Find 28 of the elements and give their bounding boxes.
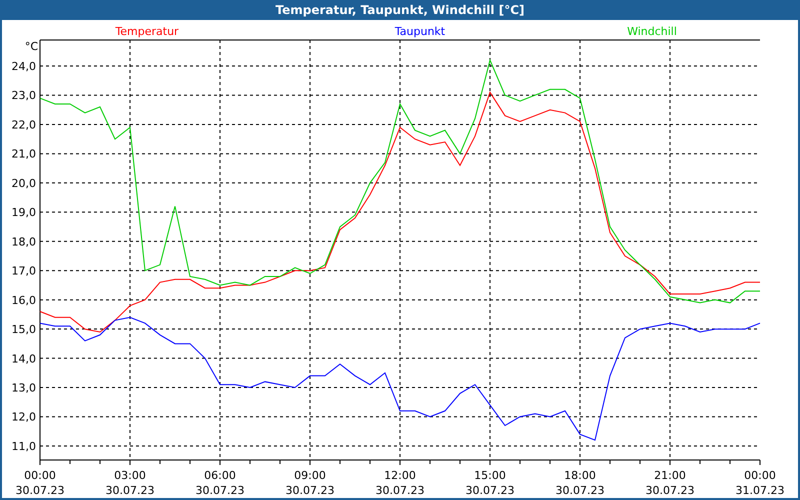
y-axis-unit: °C (24, 40, 38, 53)
y-tick-label: 12,0 (12, 410, 36, 424)
y-tick-label: 17,0 (12, 264, 36, 278)
y-tick-label: 24,0 (12, 60, 36, 74)
x-tick-label: 21:00 30.07.23 (646, 469, 694, 497)
y-tick-label: 14,0 (12, 352, 36, 366)
y-tick-label: 22,0 (12, 118, 36, 132)
x-tick-label: 06:00 30.07.23 (196, 469, 244, 497)
y-tick-label: 18,0 (12, 235, 36, 248)
x-tick-label: 00:00 30.07.23 (16, 469, 64, 497)
legend-label: Windchill (627, 25, 677, 38)
window-title: Temperatur, Taupunkt, Windchill [°C] (276, 3, 524, 17)
legend-label: Taupunkt (394, 25, 446, 38)
y-tick-label: 21,0 (12, 148, 36, 161)
y-tick-label: 13,0 (12, 382, 36, 395)
x-tick-label: 15:00 30.07.23 (466, 469, 514, 497)
y-tick-label: 16,0 (12, 294, 36, 307)
y-tick-label: 20,0 (12, 176, 36, 190)
x-tick-label: 00:00 31.07.23 (736, 469, 784, 497)
y-tick-label: 11,0 (12, 440, 36, 453)
y-tick-label: 15,0 (12, 323, 36, 336)
x-tick-label: 03:00 30.07.23 (106, 469, 154, 497)
x-tick-label: 18:00 30.07.23 (556, 469, 604, 497)
y-tick-label: 23,0 (12, 89, 36, 102)
y-tick-label: 19,0 (12, 206, 36, 220)
x-tick-label: 09:00 30.07.23 (286, 469, 334, 497)
legend-label: Temperatur (115, 25, 179, 38)
x-tick-label: 12:00 30.07.23 (376, 469, 424, 497)
